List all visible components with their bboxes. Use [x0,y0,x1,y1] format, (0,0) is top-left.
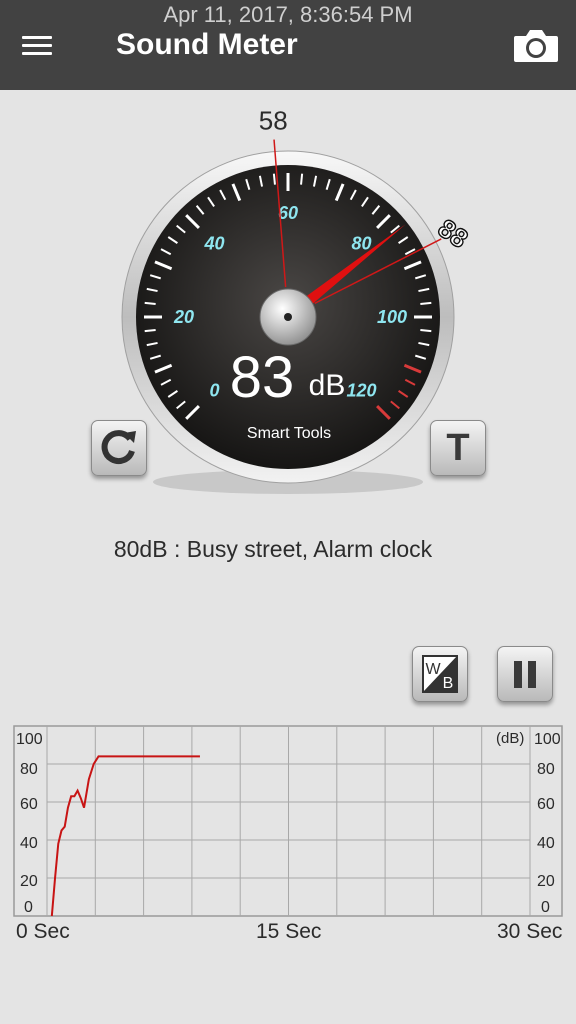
menu-button[interactable] [18,28,58,62]
hamburger-menu-icon-line [22,44,52,47]
wb-w-label: W [425,661,441,678]
scale-label-40: 40 [203,233,224,253]
x-label-end: 30 Sec [497,920,563,943]
x-label-mid: 15 Sec [256,920,322,943]
history-chart: 100 80 60 40 20 0 100 80 60 40 20 0 (dB) [13,725,563,917]
pause-icon-bar [528,661,536,688]
refresh-icon [101,430,136,465]
gauge-hub-center [284,313,292,321]
x-label-start: 0 Sec [16,920,70,943]
white-black-icon: W B [422,655,458,693]
y-tick-right-40: 40 [537,835,555,852]
t-button[interactable]: T [430,420,486,476]
y-tick-right-20: 20 [537,873,555,890]
sound-gauge: 0 20 40 60 80 100 120 58 88 83 dB Smart … [121,106,474,494]
scale-label-120: 120 [347,381,377,401]
scale-label-0: 0 [209,381,219,401]
scale-label-100: 100 [377,307,407,327]
scale-label-80: 80 [352,233,372,253]
noise-description: 80dB : Busy street, Alarm clock [113,536,433,562]
wb-toggle-button[interactable]: W B [412,646,468,702]
chart-unit-label: (dB) [496,730,524,747]
y-tick-left-40: 40 [20,835,38,852]
gauge-tick [420,301,432,305]
db-unit: dB [309,369,346,402]
current-db-value: 83 [230,345,295,410]
y-tick-left-80: 80 [20,761,38,778]
gauge-tick [272,173,276,185]
y-tick-left-0: 0 [24,899,33,916]
gauge-tick [300,173,304,185]
gauge-tick [420,329,432,333]
gauge-tick [144,301,156,305]
y-tick-right-60: 60 [537,796,555,813]
y-tick-left-100: 100 [16,731,43,748]
y-tick-right-100: 100 [534,731,561,748]
y-tick-right-0: 0 [541,899,550,916]
pause-icon [514,661,522,688]
scale-label-20: 20 [173,307,194,327]
wb-b-label: B [443,675,454,692]
y-tick-left-20: 20 [20,873,38,890]
y-tick-left-60: 60 [20,796,38,813]
y-tick-right-80: 80 [537,761,555,778]
gauge-tick [144,329,156,333]
datetime-text: Apr 11, 2017, 8:36:54 PM [163,2,413,27]
camera-icon [514,30,558,62]
hamburger-menu-icon [22,36,52,39]
t-button-label: T [446,427,470,469]
camera-button[interactable] [512,26,560,66]
app-header: Apr 11, 2017, 8:36:54 PM Sound Meter [0,0,576,90]
avg-marker-label: 58 [259,106,288,136]
app-title: Sound Meter [116,28,298,61]
reset-button[interactable] [91,420,147,476]
brand-label: Smart Tools [247,425,331,442]
pause-button[interactable] [497,646,553,702]
hamburger-menu-icon-line [22,52,52,55]
